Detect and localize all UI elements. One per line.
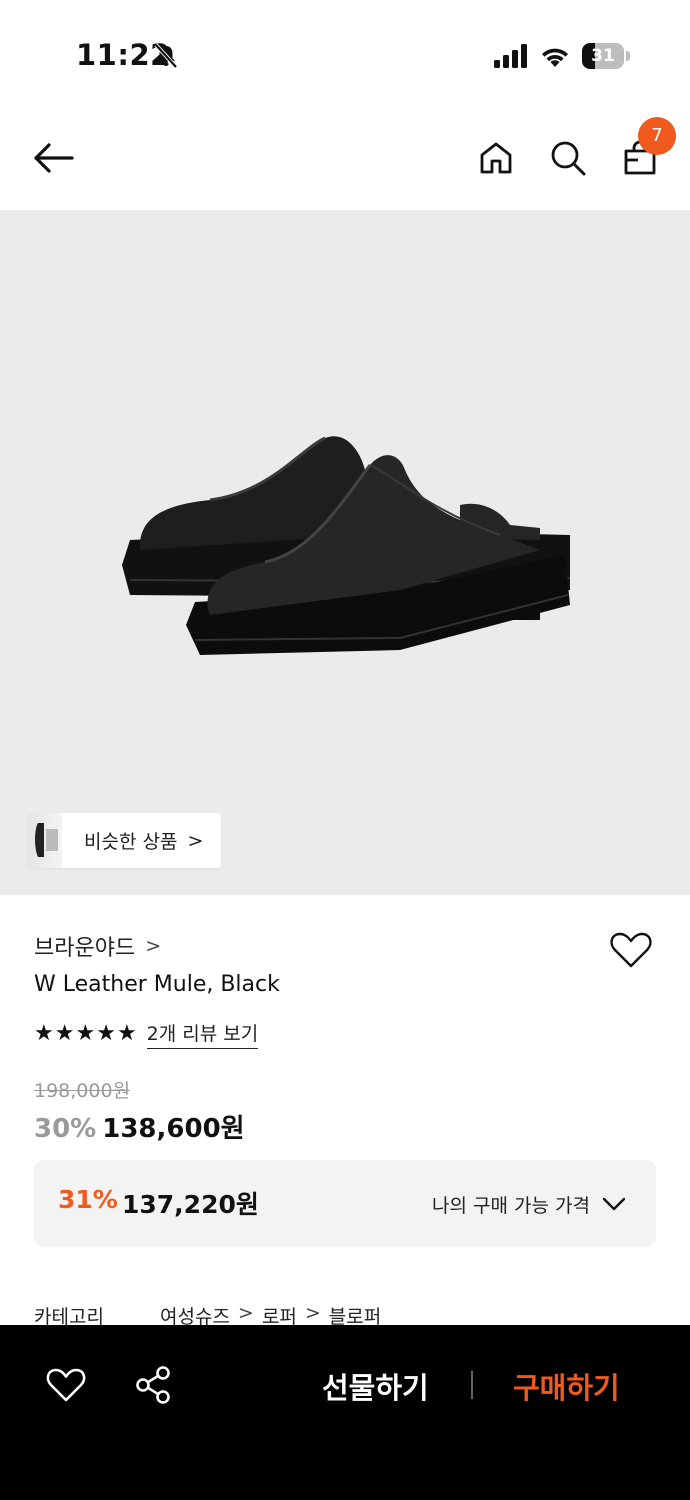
product-image[interactable]: 비슷한 상품 > xyxy=(0,210,690,895)
my-price-dropdown[interactable]: 31% 137,220원 나의 구매 가능 가격 xyxy=(34,1160,656,1247)
wifi-icon xyxy=(542,48,568,67)
buy-button[interactable]: 구매하기 xyxy=(513,1365,620,1407)
product-photo-mule xyxy=(122,436,571,655)
bell-slash-icon xyxy=(154,43,178,69)
review-link[interactable]: 2개 리뷰 보기 xyxy=(146,1019,259,1049)
rating-stars: ★ ★ ★ ★ ★ xyxy=(34,1022,137,1046)
chevron-right-icon: > xyxy=(145,935,162,957)
member-discount-rate: 31% xyxy=(58,1185,118,1214)
member-price: 137,220원 xyxy=(122,1190,259,1219)
search-button[interactable] xyxy=(540,130,596,186)
arrow-left-icon xyxy=(34,143,74,173)
similar-products-button[interactable]: 비슷한 상품 > xyxy=(28,813,221,868)
battery-icon: 31 xyxy=(582,43,630,69)
similar-products-label: 비슷한 상품 xyxy=(84,831,178,853)
star-icon: ★ xyxy=(116,1021,137,1046)
heart-icon[interactable] xyxy=(607,926,655,974)
star-icon: ★ xyxy=(54,1021,75,1046)
home-icon xyxy=(480,142,512,174)
battery-level: 31 xyxy=(591,46,615,66)
heart-icon xyxy=(46,1368,86,1402)
home-button[interactable] xyxy=(468,130,524,186)
brand-name: 브라운야드 xyxy=(34,936,136,961)
price-row: 30% 138,600원 xyxy=(34,1108,245,1145)
similar-product-thumbnail xyxy=(28,813,62,868)
star-icon: ★ xyxy=(75,1021,96,1046)
star-icon: ★ xyxy=(34,1021,54,1046)
star-icon: ★ xyxy=(96,1021,116,1046)
gift-button[interactable]: 선물하기 xyxy=(322,1365,429,1407)
discount-rate: 30% xyxy=(34,1114,97,1144)
original-price: 198,000원 xyxy=(34,1080,131,1102)
brand-link[interactable]: 브라운야드 > xyxy=(34,930,161,962)
share-icon xyxy=(136,1366,170,1404)
rating-row: ★ ★ ★ ★ ★ 2개 리뷰 보기 xyxy=(34,1019,259,1049)
top-nav xyxy=(0,110,690,210)
chevron-down-icon xyxy=(602,1197,626,1211)
wishlist-button[interactable] xyxy=(44,1363,88,1407)
chevron-right-icon: > xyxy=(187,829,204,852)
search-icon xyxy=(551,141,586,176)
back-button[interactable] xyxy=(26,130,82,186)
signal-icon xyxy=(494,44,527,68)
cart-count-badge: 7 xyxy=(638,117,676,155)
sale-price: 138,600원 xyxy=(102,1114,245,1144)
status-bar: 11:22 31 xyxy=(0,0,690,110)
member-price-label: 나의 구매 가능 가격 xyxy=(432,1195,590,1217)
divider xyxy=(471,1371,473,1399)
bottom-action-bar: 선물하기 구매하기 xyxy=(0,1325,690,1500)
product-name: W Leather Mule, Black xyxy=(34,972,280,997)
share-button[interactable] xyxy=(132,1363,176,1407)
